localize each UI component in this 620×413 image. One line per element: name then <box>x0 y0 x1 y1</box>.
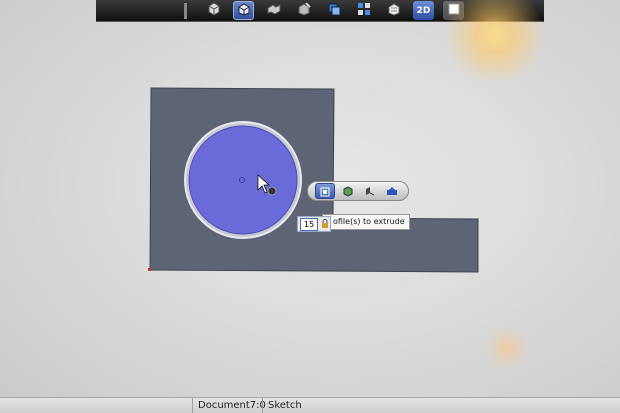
select-profile-button[interactable] <box>315 183 335 199</box>
extrude-tooltip: ofile(s) to extrude <box>322 214 410 230</box>
push-pull-icon <box>364 182 376 201</box>
fill-button[interactable] <box>383 184 401 198</box>
extrude-body-icon <box>342 182 354 201</box>
push-pull-button[interactable] <box>361 184 379 198</box>
distance-input[interactable]: 15 <box>300 217 318 231</box>
lock-icon[interactable] <box>321 218 329 230</box>
extrude-body-button[interactable] <box>339 184 357 198</box>
origin-marker <box>148 268 151 271</box>
distance-value-box: 15 <box>297 216 331 232</box>
tooltip-text: ofile(s) to extrude <box>333 217 405 226</box>
status-document: Document7:0 <box>192 398 266 413</box>
extrude-mini-toolbar <box>307 181 409 201</box>
status-mode: Sketch <box>262 398 328 413</box>
fill-icon <box>386 182 398 201</box>
status-bar: Document7:0 Sketch <box>0 397 620 413</box>
circle-profile <box>188 125 298 235</box>
select-profile-icon <box>320 182 330 201</box>
